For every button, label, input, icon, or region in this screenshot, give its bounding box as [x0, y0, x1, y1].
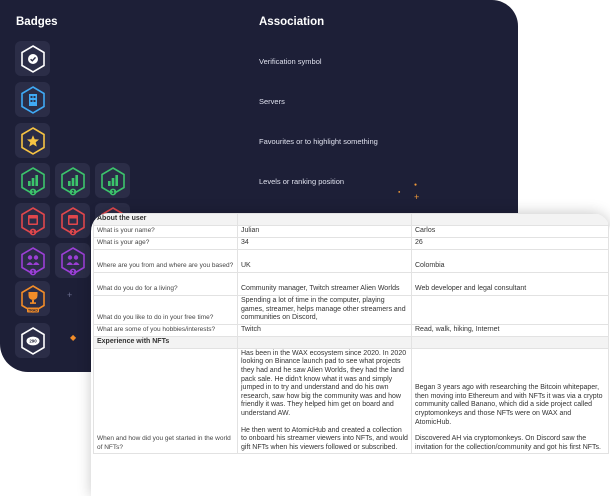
answer-julian-paragraph-2: He then went to AtomicHub and created a … [241, 426, 408, 451]
badge-people-1: 1 [15, 243, 50, 278]
answer-carlos-cell: Began 3 years ago with researching the B… [411, 347, 609, 455]
verified-check-icon [20, 44, 45, 73]
people-level-1-icon: 1 [20, 246, 45, 275]
interview-table-card: About the user What is your name? Julian… [91, 213, 610, 496]
badge-servers [15, 82, 50, 117]
question-cell: When and how did you get started in the … [93, 347, 238, 455]
association-heading: Association [259, 16, 325, 28]
level-2-icon: 2 [60, 166, 85, 195]
association-levels: Levels or ranking position [259, 177, 345, 186]
spark-small-dot-icon: ● [398, 189, 401, 194]
spark-plus-dim-icon: + [67, 290, 73, 300]
stage: Badges Association Verification symbol S… [0, 0, 610, 496]
svg-text:1: 1 [31, 189, 34, 195]
badges-heading: Badges [16, 16, 58, 28]
table-row: Where are you from and where are you bas… [93, 249, 609, 273]
answer-julian-cell: UK [237, 249, 412, 273]
spark-diamond-icon: ◆ [70, 333, 77, 342]
badge-people-2: 2 [55, 243, 90, 278]
answer-carlos-cell: Web developer and legal consultant [411, 272, 609, 296]
answer-carlos-paragraph-1: Began 3 years ago with researching the B… [415, 384, 603, 426]
calendar-level-2-icon: 2 [60, 206, 85, 235]
badge-chat: 290 [15, 323, 50, 358]
badge-favourite [15, 123, 50, 158]
table-row: What are some of you hobbies/interests? … [93, 323, 609, 337]
question-cell: What are some of you hobbies/interests? [93, 323, 238, 337]
question-cell: Where are you from and where are you bas… [93, 249, 238, 273]
answer-carlos-paragraph-2: Discovered AH via cryptomonkeys. On Disc… [415, 435, 601, 451]
spark-plus-icon: + [414, 192, 420, 202]
answer-carlos-cell [411, 295, 609, 325]
question-cell: What do you like to do in your free time… [93, 295, 238, 325]
answer-julian-cell: Julian [237, 225, 412, 238]
association-favourites: Favourites or to highlight something [259, 137, 378, 146]
answer-julian-cell: Spending a lot of time in the computer, … [237, 295, 412, 325]
star-icon [20, 126, 45, 155]
interview-table: About the user What is your name? Julian… [93, 213, 609, 455]
answer-julian-cell: 34 [237, 237, 412, 250]
svg-text:2: 2 [71, 269, 74, 275]
table-row: When and how did you get started in the … [93, 347, 609, 455]
table-row: What do you like to do in your free time… [93, 295, 609, 325]
level-1-icon: 1 [20, 166, 45, 195]
chat-count-label: 290 [29, 338, 37, 343]
answer-julian-cell: Community manager, Twitch streamer Alien… [237, 272, 412, 296]
badge-level-1: 1 [15, 163, 50, 198]
svg-text:1: 1 [31, 229, 34, 235]
calendar-level-1-icon: 1 [20, 206, 45, 235]
table-section-row: About the user [93, 213, 609, 226]
badge-trophy: TRAD [15, 281, 50, 316]
svg-text:3: 3 [111, 189, 114, 195]
badge-calendar-2: 2 [55, 203, 90, 238]
association-servers: Servers [259, 97, 285, 106]
people-level-2-icon: 2 [60, 246, 85, 275]
section-about-label: About the user [93, 213, 238, 226]
table-row: What do you do for a living? Community m… [93, 272, 609, 296]
badge-calendar-1: 1 [15, 203, 50, 238]
answer-carlos-cell: Colombia [411, 249, 609, 273]
svg-text:2: 2 [71, 229, 74, 235]
table-row: What is your age? 34 26 [93, 237, 609, 250]
question-cell: What is your age? [93, 237, 238, 250]
table-section-row: Experience with NFTs [93, 335, 609, 349]
svg-text:2: 2 [71, 189, 74, 195]
chat-count-icon: 290 [20, 326, 45, 355]
answer-carlos-cell: 26 [411, 237, 609, 250]
server-icon [20, 85, 45, 114]
association-verification: Verification symbol [259, 57, 322, 66]
answer-julian-cell: Has been in the WAX ecosystem since 2020… [237, 347, 412, 455]
trophy-icon: TRAD [20, 284, 45, 313]
answer-carlos-cell: Read, walk, hiking, Internet [411, 323, 609, 337]
badge-level-2: 2 [55, 163, 90, 198]
badge-level-3: 3 [95, 163, 130, 198]
answer-carlos-cell: Carlos [411, 225, 609, 238]
answer-julian-cell: Twitch [237, 323, 412, 337]
trophy-label: TRAD [28, 308, 38, 312]
level-3-icon: 3 [100, 166, 125, 195]
question-cell: What do you do for a living? [93, 272, 238, 296]
svg-text:1: 1 [31, 269, 34, 275]
question-cell: What is your name? [93, 225, 238, 238]
spark-dot-icon: ● [414, 182, 418, 188]
section-experience-label: Experience with NFTs [93, 335, 238, 349]
table-row: What is your name? Julian Carlos [93, 225, 609, 238]
badge-verified [15, 41, 50, 76]
answer-julian-paragraph-1: Has been in the WAX ecosystem since 2020… [241, 349, 407, 417]
